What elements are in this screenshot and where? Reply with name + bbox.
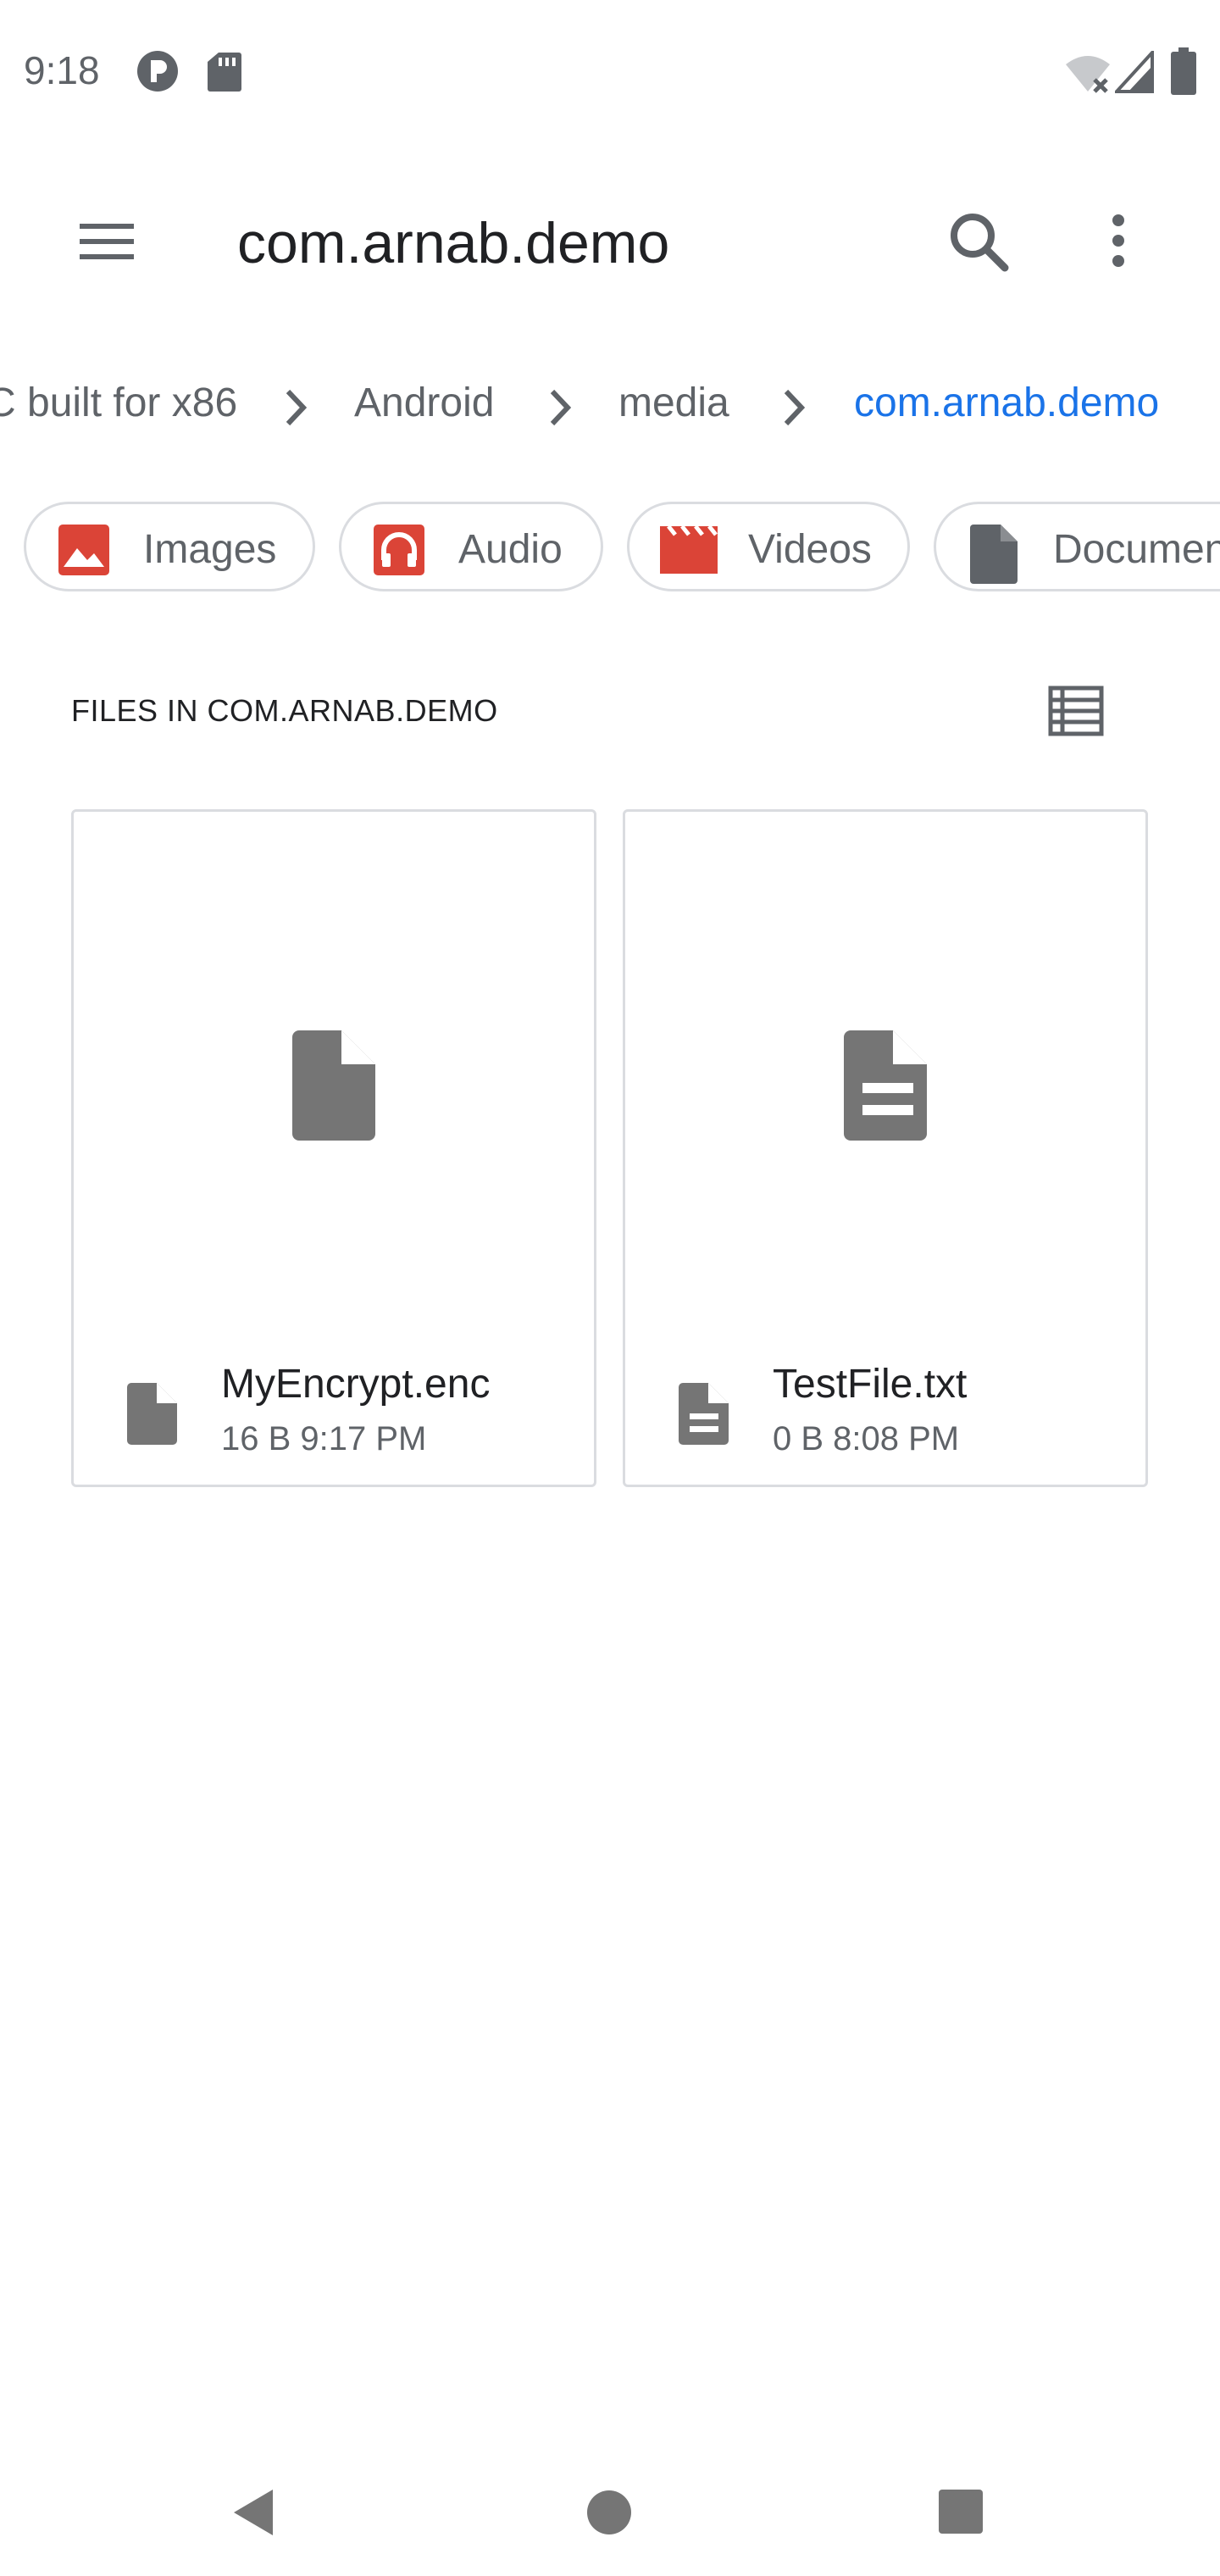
battery-icon	[1171, 47, 1196, 99]
movie-clapper-icon	[658, 523, 719, 577]
breadcrumb-item-current[interactable]: com.arnab.demo	[854, 380, 1159, 426]
breadcrumb: C built for x86 Android media com.arnab.…	[0, 373, 1220, 441]
wifi-off-icon	[1064, 53, 1112, 97]
file-meta: 0 B 8:08 PM	[773, 1420, 960, 1457]
navigation-bar	[0, 2440, 1220, 2576]
p-badge-icon	[136, 49, 180, 97]
file-meta: 16 B 9:17 PM	[221, 1420, 427, 1457]
recents-icon[interactable]	[937, 2488, 984, 2540]
chip-audio[interactable]: Audio	[339, 502, 603, 591]
more-vert-icon[interactable]	[1084, 203, 1152, 280]
chevron-right-icon	[280, 386, 313, 429]
status-bar: 9:18	[0, 0, 1220, 144]
filter-chips: Images Audio Videos Documen	[0, 498, 1220, 600]
document-icon	[967, 523, 1021, 584]
generic-file-icon	[125, 1380, 180, 1447]
search-icon[interactable]	[940, 203, 1017, 280]
breadcrumb-item-root[interactable]: C built for x86	[0, 380, 237, 426]
back-icon[interactable]	[229, 2486, 280, 2543]
status-time: 9:18	[24, 48, 100, 92]
text-file-icon	[676, 1380, 732, 1447]
chip-label: Documents	[1053, 527, 1220, 572]
chip-videos[interactable]: Videos	[627, 502, 910, 591]
list-view-icon[interactable]	[1040, 678, 1112, 746]
generic-file-icon	[286, 1024, 387, 1142]
breadcrumb-item-android[interactable]: Android	[354, 380, 494, 426]
sd-card-icon	[207, 51, 242, 97]
headphones-icon	[372, 523, 426, 577]
chip-label: Audio	[458, 527, 563, 572]
section-title: FILES IN COM.ARNAB.DEMO	[71, 693, 498, 728]
chevron-right-icon	[778, 386, 812, 429]
text-file-icon	[837, 1024, 939, 1142]
image-icon	[57, 523, 111, 577]
chevron-right-icon	[544, 386, 578, 429]
cell-signal-icon	[1112, 47, 1154, 97]
file-card[interactable]: TestFile.txt 0 B 8:08 PM	[623, 809, 1148, 1487]
home-icon[interactable]	[585, 2488, 634, 2541]
file-name: TestFile.txt	[773, 1362, 968, 1407]
file-name: MyEncrypt.enc	[221, 1362, 491, 1407]
chip-images[interactable]: Images	[24, 502, 315, 591]
chip-documents[interactable]: Documents	[934, 502, 1220, 591]
page-title: com.arnab.demo	[237, 211, 670, 275]
file-card[interactable]: MyEncrypt.enc 16 B 9:17 PM	[71, 809, 596, 1487]
chip-label: Videos	[748, 527, 872, 572]
chip-label: Images	[143, 527, 277, 572]
hamburger-menu-icon[interactable]	[69, 203, 146, 280]
breadcrumb-item-media[interactable]: media	[618, 380, 729, 426]
